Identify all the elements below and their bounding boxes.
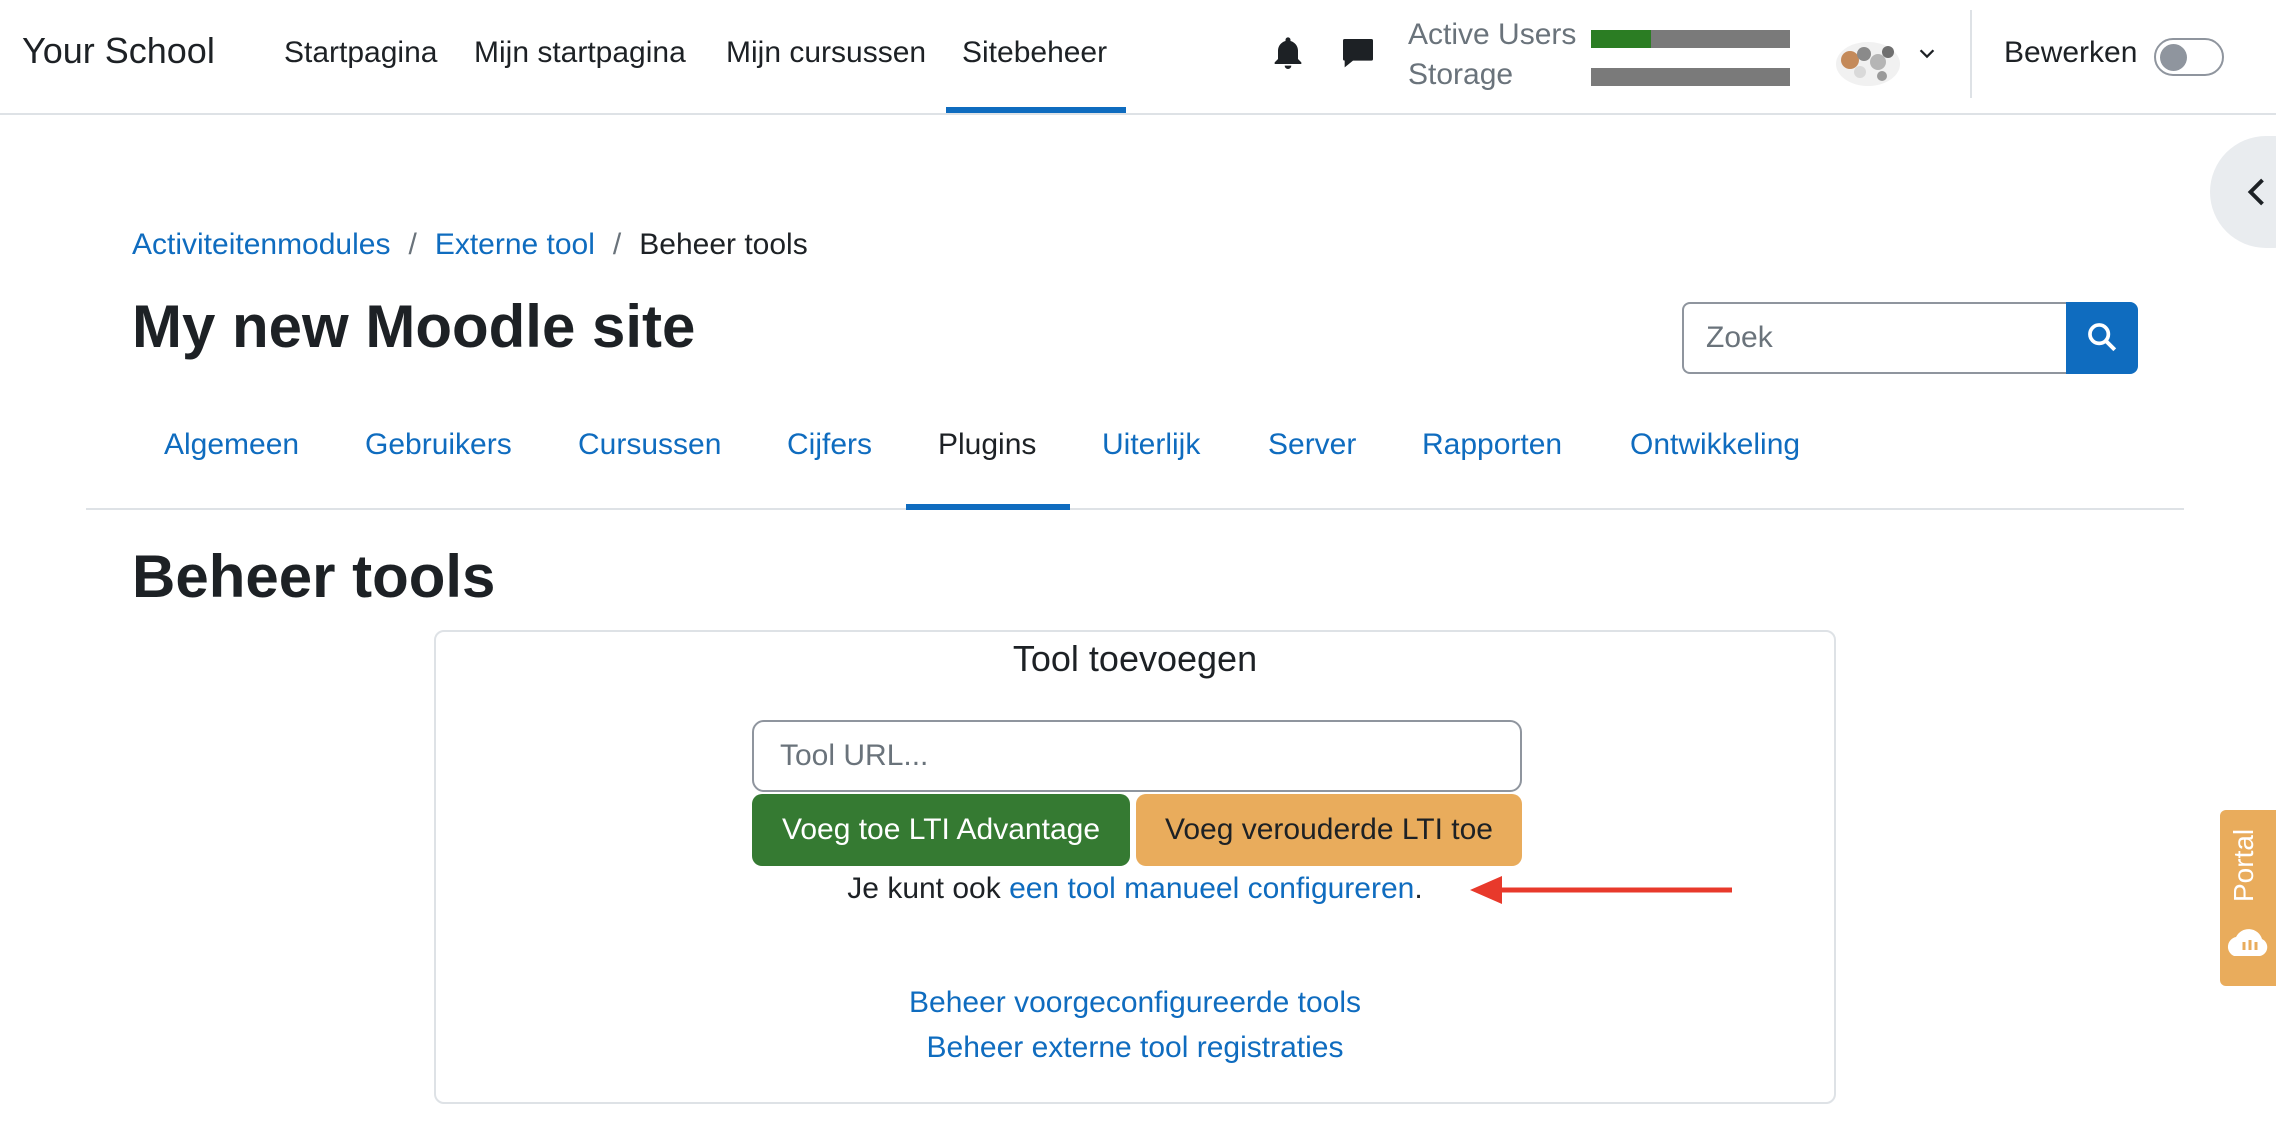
search-button[interactable] — [2066, 302, 2138, 374]
open-drawer-button[interactable] — [2210, 136, 2276, 248]
tab-gebruikers[interactable]: Gebruikers — [365, 428, 512, 462]
manual-config-prefix: Je kunt ook — [847, 872, 1010, 905]
message-icon[interactable] — [1338, 34, 1378, 74]
preconfigured-tools-link-row: Beheer voorgeconfigureerde tools — [436, 986, 1834, 1020]
cloud-logo-icon — [2227, 929, 2268, 956]
top-navbar: Your School Startpagina Mijn startpagina… — [0, 0, 2276, 115]
breadcrumb: Activiteitenmodules / Externe tool / Beheer … — [132, 228, 808, 262]
tab-cijfers[interactable]: Cijfers — [787, 428, 872, 462]
navbar-divider — [1970, 10, 1972, 98]
storage-label: Storage — [1408, 58, 1514, 91]
tab-algemeen[interactable]: Algemeen — [164, 428, 299, 462]
breadcrumb-activiteitenmodules[interactable]: Activiteitenmodules — [132, 228, 390, 261]
manage-tool-registrations-link[interactable]: Beheer externe tool registraties — [927, 1031, 1344, 1064]
toggle-knob — [2160, 44, 2187, 71]
chevron-down-icon[interactable] — [1916, 42, 1938, 64]
tabs-divider — [86, 508, 2184, 510]
tab-plugins[interactable]: Plugins — [938, 428, 1036, 462]
tool-url-input[interactable] — [752, 720, 1522, 792]
nav-mijn-startpagina[interactable]: Mijn startpagina — [474, 36, 686, 70]
active-users-label: Active Users — [1408, 18, 1577, 51]
nav-mijn-cursussen[interactable]: Mijn cursussen — [726, 36, 926, 70]
tool-registrations-link-row: Beheer externe tool registraties — [436, 1031, 1834, 1065]
bell-icon[interactable] — [1268, 34, 1308, 74]
user-avatar[interactable] — [1834, 34, 1902, 88]
edit-mode-toggle[interactable] — [2154, 38, 2224, 76]
manual-config-link[interactable]: een tool manueel configureren — [1009, 872, 1414, 905]
red-arrow-annotation — [1470, 876, 1732, 904]
manage-preconfigured-tools-link[interactable]: Beheer voorgeconfigureerde tools — [909, 986, 1361, 1019]
search-input[interactable] — [1682, 302, 2068, 374]
nav-sitebeheer[interactable]: Sitebeheer — [962, 36, 1107, 70]
active-tab-indicator — [906, 504, 1070, 510]
tab-server[interactable]: Server — [1268, 428, 1356, 462]
add-legacy-lti-button[interactable]: Voeg verouderde LTI toe — [1136, 794, 1522, 866]
chevron-left-icon — [2247, 178, 2264, 206]
portal-tab[interactable]: Portal — [2220, 810, 2276, 986]
tab-cursussen[interactable]: Cursussen — [578, 428, 721, 462]
breadcrumb-externe-tool[interactable]: Externe tool — [435, 228, 595, 261]
storage-bar — [1591, 68, 1790, 86]
tab-rapporten[interactable]: Rapporten — [1422, 428, 1562, 462]
portal-label: Portal — [2228, 828, 2259, 902]
add-tool-card: Tool toevoegen Voeg toe LTI Advantage Vo… — [434, 630, 1836, 1104]
tab-ontwikkeling[interactable]: Ontwikkeling — [1630, 428, 1800, 462]
admin-tabs: Algemeen Gebruikers Cursussen Cijfers Pl… — [86, 390, 2184, 510]
nav-startpagina[interactable]: Startpagina — [284, 36, 437, 70]
page-heading: Beheer tools — [132, 543, 496, 610]
tab-uiterlijk[interactable]: Uiterlijk — [1102, 428, 1200, 462]
search-icon — [2088, 322, 2117, 351]
breadcrumb-separator: / — [612, 228, 622, 261]
add-lti-advantage-button[interactable]: Voeg toe LTI Advantage — [752, 794, 1130, 866]
active-users-bar — [1591, 30, 1790, 48]
active-users-fill — [1591, 30, 1651, 48]
card-title: Tool toevoegen — [1012, 638, 1258, 679]
site-title: My new Moodle site — [132, 293, 696, 360]
breadcrumb-current: Beheer tools — [639, 228, 808, 261]
site-brand[interactable]: Your School — [22, 30, 215, 72]
breadcrumb-separator: / — [408, 228, 417, 261]
manual-config-suffix: . — [1414, 872, 1423, 905]
edit-mode-label: Bewerken — [2004, 36, 2138, 69]
active-nav-indicator — [946, 107, 1126, 113]
